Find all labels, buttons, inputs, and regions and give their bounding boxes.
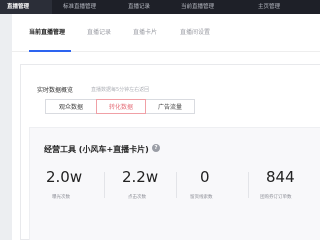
business-tools-title: 经营工具 (小风车+直播卡片) bbox=[44, 145, 149, 154]
question-circle-icon[interactable]: ? bbox=[152, 144, 160, 152]
top-nav-item-homepage-manage[interactable]: 主页管理 bbox=[258, 3, 280, 11]
metric-label-group-orders: 团购券订订单数 bbox=[260, 195, 292, 200]
metric-value-leads: 0 bbox=[200, 168, 210, 186]
metric-divider bbox=[248, 172, 249, 198]
realtime-data-title: 实时数据概览 bbox=[37, 87, 74, 94]
segment-ad-traffic[interactable]: 广告流量 bbox=[145, 99, 195, 114]
top-nav-item-live-manage[interactable]: 直播管理 bbox=[7, 3, 29, 11]
metric-value-impressions: 2.0w bbox=[46, 168, 83, 186]
top-nav-item-current-live-manage[interactable]: 当前直播管理 bbox=[181, 3, 214, 11]
metric-value-clicks: 2.2w bbox=[122, 168, 159, 186]
metric-value-group-orders: 844 bbox=[266, 168, 295, 186]
realtime-data-note: 直播数据每5分钟左右返回 bbox=[91, 87, 150, 93]
top-nav-item-standard-live-manage[interactable]: 标准直播管理 bbox=[63, 3, 96, 11]
business-tools-panel: 经营工具 (小风车+直播卡片) ? 2.0w 曝光次数 2.2w 点击次数 0 … bbox=[29, 127, 320, 240]
segment-audience-data[interactable]: 观众数据 bbox=[45, 99, 97, 114]
top-nav-item-live-records[interactable]: 直播记录 bbox=[128, 3, 150, 11]
left-sidebar-strip bbox=[0, 14, 12, 240]
active-tab-underline bbox=[29, 50, 71, 52]
main-panel: 当前直播管理 直播记录 直播卡片 直播间设置 实时数据概览 直播数据每5分钟左右… bbox=[12, 14, 320, 240]
realtime-data-card: 实时数据概览 直播数据每5分钟左右返回 观众数据 转化数据 广告流量 经营工具 … bbox=[20, 64, 320, 240]
metric-label-clicks: 点击次数 bbox=[128, 195, 146, 200]
segment-conversion-data[interactable]: 转化数据 bbox=[96, 99, 146, 114]
top-nav-bar: 直播管理 标准直播管理 直播记录 当前直播管理 主页管理 bbox=[0, 0, 320, 14]
tab-live-records[interactable]: 直播记录 bbox=[87, 29, 111, 37]
sub-tab-bar: 当前直播管理 直播记录 直播卡片 直播间设置 bbox=[12, 14, 320, 52]
metric-label-impressions: 曝光次数 bbox=[52, 195, 70, 200]
tab-live-cards[interactable]: 直播卡片 bbox=[133, 29, 157, 37]
metric-label-leads: 留资线索数 bbox=[190, 195, 213, 200]
metric-divider bbox=[104, 172, 105, 198]
metric-divider bbox=[176, 172, 177, 198]
tab-live-room-settings[interactable]: 直播间设置 bbox=[180, 29, 210, 37]
tab-current-live-manage[interactable]: 当前直播管理 bbox=[29, 29, 65, 37]
